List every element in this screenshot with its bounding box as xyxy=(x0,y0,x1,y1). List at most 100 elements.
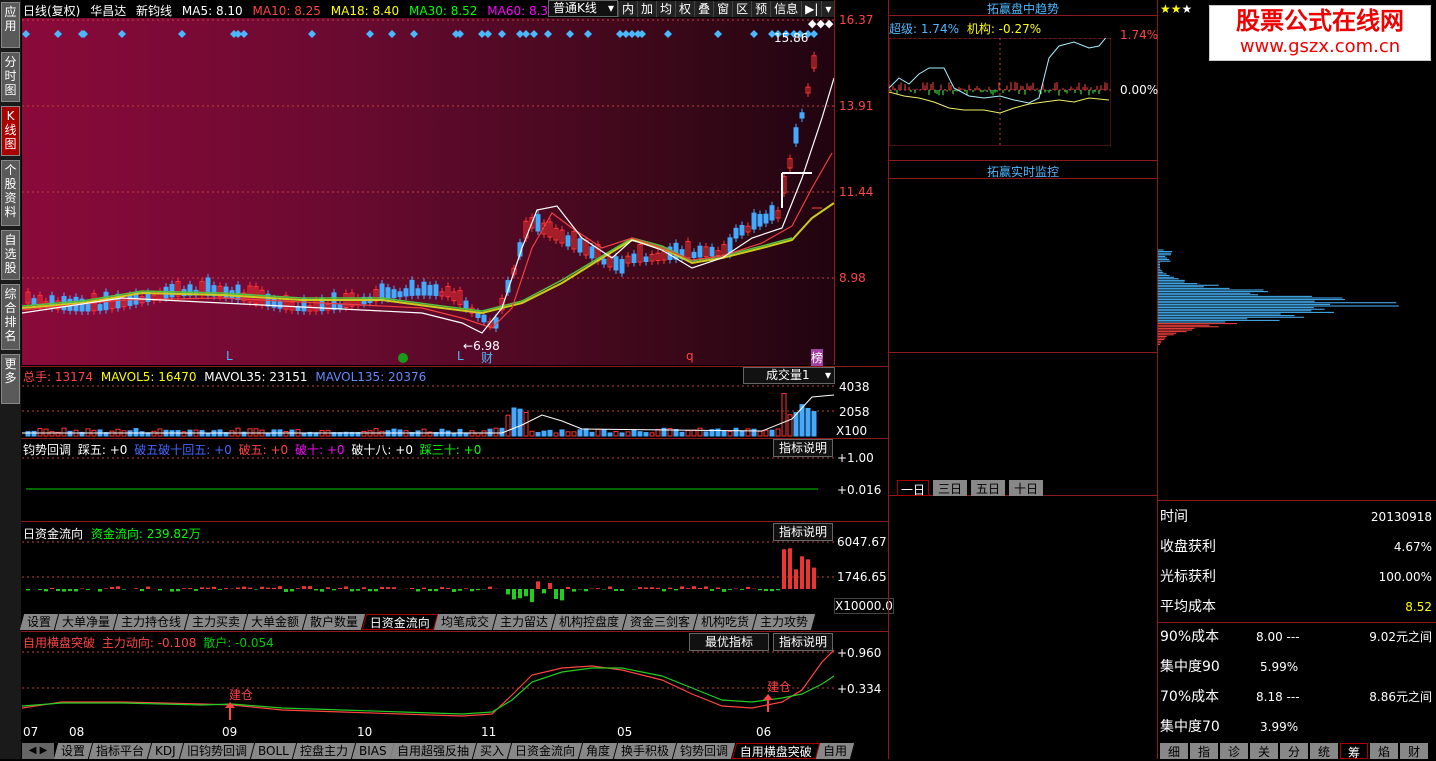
tab-big-order[interactable]: 大单净量 xyxy=(55,614,118,630)
tab-setting-2[interactable]: 设置 xyxy=(54,743,93,759)
tab-more[interactable]: 更多 xyxy=(1,354,20,404)
tab-daily-flow-2[interactable]: 日资金流向 xyxy=(508,743,583,759)
tab-bias[interactable]: BIAS xyxy=(351,743,394,759)
tab-stats[interactable]: 统 xyxy=(1310,743,1338,759)
candle-body xyxy=(464,301,468,309)
tab-flame[interactable]: 焰 xyxy=(1370,743,1398,759)
tab-platform[interactable]: 指标平台 xyxy=(89,743,152,759)
scroll-arrows[interactable]: ◀ ▶ xyxy=(22,743,54,759)
flow-bar xyxy=(68,589,72,591)
tab-split[interactable]: 分 xyxy=(1280,743,1308,759)
jun-tick-1: +1.00 xyxy=(837,451,874,465)
kline-type-select[interactable]: 普通K线▾ xyxy=(548,0,618,17)
tab-angle[interactable]: 角度 xyxy=(579,743,618,759)
kline-chart[interactable] xyxy=(22,18,834,365)
tab-avg-trade[interactable]: 均笔成交 xyxy=(434,614,497,630)
tab-five-day[interactable]: 五日 xyxy=(971,480,1005,496)
tab-main-stay[interactable]: 主力留达 xyxy=(493,614,556,630)
trend-chart[interactable] xyxy=(889,38,1111,146)
toolbar-btn-overlay[interactable]: 叠 xyxy=(694,1,713,17)
jun-chart[interactable] xyxy=(22,456,834,520)
toolbar-btn-range[interactable]: 区 xyxy=(732,1,751,17)
tab-control-main[interactable]: 控盘主力 xyxy=(292,743,355,759)
flow-bar xyxy=(206,588,210,589)
date-2: 08 xyxy=(69,725,84,739)
tab-related[interactable]: 关 xyxy=(1250,743,1278,759)
flow-bar xyxy=(320,589,324,592)
candle-body xyxy=(800,113,804,118)
watermark-url: www.gszx.com.cn xyxy=(1210,36,1430,58)
volume-chart[interactable] xyxy=(22,385,834,437)
tab-inst-control[interactable]: 机构控盘度 xyxy=(552,614,627,630)
volume-bar xyxy=(548,430,552,436)
tab-retail-count[interactable]: 散户数量 xyxy=(303,614,366,630)
tab-one-day[interactable]: 一日 xyxy=(897,480,929,496)
ma5-value: MA5: 8.10 xyxy=(182,4,243,18)
tab-chip[interactable]: 筹 xyxy=(1340,743,1368,759)
divider xyxy=(21,521,888,522)
play-icon[interactable]: ▶| xyxy=(801,1,821,17)
tab-ten-day[interactable]: 十日 xyxy=(1009,480,1043,496)
toolbar-btn-info[interactable]: 信息 xyxy=(770,1,801,17)
tab-kdj[interactable]: KDJ xyxy=(148,743,184,759)
breakout-help-button[interactable]: 指标说明 xyxy=(773,633,833,651)
jun-help-button[interactable]: 指标说明 xyxy=(773,439,833,457)
tab-boll[interactable]: BOLL xyxy=(251,743,297,759)
chevron-down-icon[interactable]: ▾ xyxy=(821,1,834,17)
tab-main-hold[interactable]: 主力持仓线 xyxy=(114,614,189,630)
tab-index[interactable]: 指 xyxy=(1190,743,1218,759)
tab-app[interactable]: 应用 xyxy=(1,2,20,48)
toolbar-btn-add[interactable]: 加 xyxy=(637,1,656,17)
tab-main-trade[interactable]: 主力买卖 xyxy=(185,614,248,630)
tab-three-swords[interactable]: 资金三剑客 xyxy=(623,614,698,630)
flow-bar xyxy=(344,586,348,589)
chip-value: 4.67% xyxy=(1394,532,1432,562)
tab-timeshare[interactable]: 分时图 xyxy=(1,52,20,102)
volume-bar xyxy=(134,429,138,436)
flow-chart[interactable] xyxy=(22,540,834,614)
toolbar-btn-avg[interactable]: 均 xyxy=(656,1,675,17)
tab-breakout[interactable]: 自用横盘突破 xyxy=(732,743,820,759)
tab-finance[interactable]: 财 xyxy=(1400,743,1428,759)
tab-stock-info[interactable]: 个股资料 xyxy=(1,160,20,226)
tab-jun[interactable]: 钧势回调 xyxy=(673,743,736,759)
volume-bar xyxy=(578,430,582,436)
chip-distribution[interactable] xyxy=(1158,230,1436,350)
flow-bar xyxy=(272,588,276,589)
tab-inst-buy[interactable]: 机构吃货 xyxy=(694,614,757,630)
volume-bar xyxy=(542,431,546,436)
candle-body xyxy=(98,305,102,311)
flow-bar xyxy=(566,587,570,589)
tab-big-amount[interactable]: 大单金额 xyxy=(244,614,307,630)
signal-diamond xyxy=(178,30,186,38)
candle-body xyxy=(416,289,420,295)
toolbar-btn-nei[interactable]: 内 xyxy=(618,1,637,17)
flow-bar xyxy=(704,586,708,589)
tab-strong-rebound[interactable]: 自用超强反抽 xyxy=(390,743,477,759)
breakout-chart[interactable] xyxy=(22,650,834,726)
tab-kline[interactable]: K线图 xyxy=(1,106,20,156)
tab-daily-flow[interactable]: 日资金流向 xyxy=(362,614,438,630)
tab-three-day[interactable]: 三日 xyxy=(933,480,967,496)
tab-setting-1[interactable]: 设置 xyxy=(20,614,59,630)
tab-main-attack[interactable]: 主力攻势 xyxy=(753,614,816,630)
tab-buy[interactable]: 买入 xyxy=(473,743,512,759)
volume-select[interactable]: 成交量1▾ xyxy=(743,367,835,384)
tab-detail[interactable]: 细 xyxy=(1160,743,1188,759)
toolbar-btn-preview[interactable]: 预 xyxy=(751,1,770,17)
tab-turnover[interactable]: 换手积极 xyxy=(614,743,677,759)
flow-help-button[interactable]: 指标说明 xyxy=(773,523,833,541)
tab-watchlist[interactable]: 自选股 xyxy=(1,230,20,280)
tab-old-jun[interactable]: 旧钧势回调 xyxy=(180,743,255,759)
best-indicator-button[interactable]: 最优指标 xyxy=(689,633,769,651)
toolbar-btn-right[interactable]: 权 xyxy=(675,1,694,17)
tab-custom[interactable]: 自用 xyxy=(816,743,855,759)
flow-bar xyxy=(536,581,540,589)
flow-bar xyxy=(452,589,456,592)
tab-diagnose[interactable]: 诊 xyxy=(1220,743,1248,759)
tab-ranking[interactable]: 综合排名 xyxy=(1,284,20,350)
toolbar-btn-window[interactable]: 窗 xyxy=(713,1,732,17)
flow-bar xyxy=(266,588,270,589)
chip-value: 8.52 xyxy=(1405,592,1432,622)
chip-row-time: 时间20130918 xyxy=(1160,502,1436,532)
